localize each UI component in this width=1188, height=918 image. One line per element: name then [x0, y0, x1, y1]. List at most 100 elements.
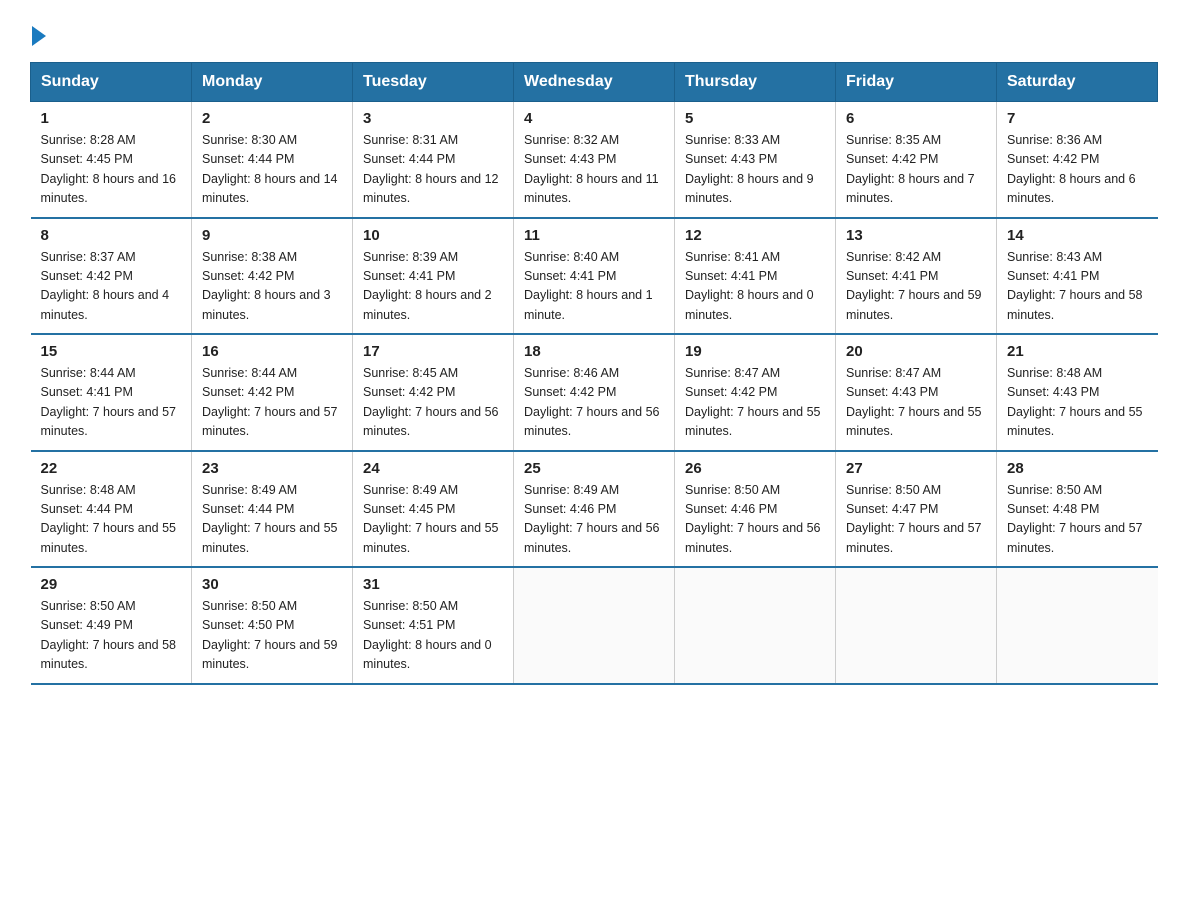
- day-info: Sunrise: 8:47 AMSunset: 4:43 PMDaylight:…: [846, 364, 988, 442]
- day-number: 20: [846, 343, 988, 360]
- day-cell: 14 Sunrise: 8:43 AMSunset: 4:41 PMDaylig…: [997, 218, 1158, 335]
- day-number: 31: [363, 576, 505, 593]
- day-info: Sunrise: 8:50 AMSunset: 4:47 PMDaylight:…: [846, 481, 988, 559]
- day-cell: 6 Sunrise: 8:35 AMSunset: 4:42 PMDayligh…: [836, 102, 997, 218]
- header-row: SundayMondayTuesdayWednesdayThursdayFrid…: [31, 63, 1158, 102]
- week-row-2: 8 Sunrise: 8:37 AMSunset: 4:42 PMDayligh…: [31, 218, 1158, 335]
- day-cell: 24 Sunrise: 8:49 AMSunset: 4:45 PMDaylig…: [353, 451, 514, 568]
- day-cell: 28 Sunrise: 8:50 AMSunset: 4:48 PMDaylig…: [997, 451, 1158, 568]
- day-cell: 31 Sunrise: 8:50 AMSunset: 4:51 PMDaylig…: [353, 567, 514, 684]
- day-info: Sunrise: 8:43 AMSunset: 4:41 PMDaylight:…: [1007, 248, 1150, 326]
- day-number: 4: [524, 110, 666, 127]
- day-info: Sunrise: 8:44 AMSunset: 4:42 PMDaylight:…: [202, 364, 344, 442]
- day-cell: 19 Sunrise: 8:47 AMSunset: 4:42 PMDaylig…: [675, 334, 836, 451]
- header-cell-wednesday: Wednesday: [514, 63, 675, 102]
- day-number: 15: [41, 343, 184, 360]
- day-cell: 12 Sunrise: 8:41 AMSunset: 4:41 PMDaylig…: [675, 218, 836, 335]
- logo-arrow-icon: [32, 26, 46, 46]
- day-cell: [675, 567, 836, 684]
- day-number: 12: [685, 227, 827, 244]
- day-number: 25: [524, 460, 666, 477]
- day-cell: 29 Sunrise: 8:50 AMSunset: 4:49 PMDaylig…: [31, 567, 192, 684]
- day-cell: 26 Sunrise: 8:50 AMSunset: 4:46 PMDaylig…: [675, 451, 836, 568]
- day-cell: 16 Sunrise: 8:44 AMSunset: 4:42 PMDaylig…: [192, 334, 353, 451]
- day-number: 19: [685, 343, 827, 360]
- header-cell-sunday: Sunday: [31, 63, 192, 102]
- day-number: 23: [202, 460, 344, 477]
- day-number: 28: [1007, 460, 1150, 477]
- day-cell: [514, 567, 675, 684]
- day-info: Sunrise: 8:49 AMSunset: 4:45 PMDaylight:…: [363, 481, 505, 559]
- day-cell: 18 Sunrise: 8:46 AMSunset: 4:42 PMDaylig…: [514, 334, 675, 451]
- day-info: Sunrise: 8:42 AMSunset: 4:41 PMDaylight:…: [846, 248, 988, 326]
- day-info: Sunrise: 8:48 AMSunset: 4:43 PMDaylight:…: [1007, 364, 1150, 442]
- day-cell: 5 Sunrise: 8:33 AMSunset: 4:43 PMDayligh…: [675, 102, 836, 218]
- day-number: 21: [1007, 343, 1150, 360]
- week-row-5: 29 Sunrise: 8:50 AMSunset: 4:49 PMDaylig…: [31, 567, 1158, 684]
- day-cell: 21 Sunrise: 8:48 AMSunset: 4:43 PMDaylig…: [997, 334, 1158, 451]
- day-info: Sunrise: 8:41 AMSunset: 4:41 PMDaylight:…: [685, 248, 827, 326]
- day-info: Sunrise: 8:36 AMSunset: 4:42 PMDaylight:…: [1007, 131, 1150, 209]
- day-info: Sunrise: 8:50 AMSunset: 4:48 PMDaylight:…: [1007, 481, 1150, 559]
- day-info: Sunrise: 8:44 AMSunset: 4:41 PMDaylight:…: [41, 364, 184, 442]
- day-cell: 1 Sunrise: 8:28 AMSunset: 4:45 PMDayligh…: [31, 102, 192, 218]
- day-number: 16: [202, 343, 344, 360]
- day-info: Sunrise: 8:50 AMSunset: 4:46 PMDaylight:…: [685, 481, 827, 559]
- day-info: Sunrise: 8:31 AMSunset: 4:44 PMDaylight:…: [363, 131, 505, 209]
- day-number: 3: [363, 110, 505, 127]
- day-cell: 7 Sunrise: 8:36 AMSunset: 4:42 PMDayligh…: [997, 102, 1158, 218]
- day-info: Sunrise: 8:35 AMSunset: 4:42 PMDaylight:…: [846, 131, 988, 209]
- day-info: Sunrise: 8:32 AMSunset: 4:43 PMDaylight:…: [524, 131, 666, 209]
- day-cell: 3 Sunrise: 8:31 AMSunset: 4:44 PMDayligh…: [353, 102, 514, 218]
- day-number: 10: [363, 227, 505, 244]
- day-info: Sunrise: 8:45 AMSunset: 4:42 PMDaylight:…: [363, 364, 505, 442]
- day-number: 2: [202, 110, 344, 127]
- day-number: 22: [41, 460, 184, 477]
- day-number: 14: [1007, 227, 1150, 244]
- day-cell: [997, 567, 1158, 684]
- day-info: Sunrise: 8:30 AMSunset: 4:44 PMDaylight:…: [202, 131, 344, 209]
- day-number: 7: [1007, 110, 1150, 127]
- day-info: Sunrise: 8:47 AMSunset: 4:42 PMDaylight:…: [685, 364, 827, 442]
- day-number: 26: [685, 460, 827, 477]
- header-cell-monday: Monday: [192, 63, 353, 102]
- day-cell: 8 Sunrise: 8:37 AMSunset: 4:42 PMDayligh…: [31, 218, 192, 335]
- day-info: Sunrise: 8:50 AMSunset: 4:50 PMDaylight:…: [202, 597, 344, 675]
- day-info: Sunrise: 8:46 AMSunset: 4:42 PMDaylight:…: [524, 364, 666, 442]
- day-number: 1: [41, 110, 184, 127]
- day-cell: [836, 567, 997, 684]
- day-info: Sunrise: 8:48 AMSunset: 4:44 PMDaylight:…: [41, 481, 184, 559]
- day-cell: 27 Sunrise: 8:50 AMSunset: 4:47 PMDaylig…: [836, 451, 997, 568]
- week-row-4: 22 Sunrise: 8:48 AMSunset: 4:44 PMDaylig…: [31, 451, 1158, 568]
- day-info: Sunrise: 8:50 AMSunset: 4:51 PMDaylight:…: [363, 597, 505, 675]
- day-cell: 25 Sunrise: 8:49 AMSunset: 4:46 PMDaylig…: [514, 451, 675, 568]
- day-info: Sunrise: 8:50 AMSunset: 4:49 PMDaylight:…: [41, 597, 184, 675]
- day-cell: 30 Sunrise: 8:50 AMSunset: 4:50 PMDaylig…: [192, 567, 353, 684]
- calendar-table: SundayMondayTuesdayWednesdayThursdayFrid…: [30, 62, 1158, 685]
- day-cell: 17 Sunrise: 8:45 AMSunset: 4:42 PMDaylig…: [353, 334, 514, 451]
- day-info: Sunrise: 8:38 AMSunset: 4:42 PMDaylight:…: [202, 248, 344, 326]
- day-info: Sunrise: 8:49 AMSunset: 4:44 PMDaylight:…: [202, 481, 344, 559]
- day-info: Sunrise: 8:39 AMSunset: 4:41 PMDaylight:…: [363, 248, 505, 326]
- day-cell: 11 Sunrise: 8:40 AMSunset: 4:41 PMDaylig…: [514, 218, 675, 335]
- week-row-3: 15 Sunrise: 8:44 AMSunset: 4:41 PMDaylig…: [31, 334, 1158, 451]
- day-cell: 22 Sunrise: 8:48 AMSunset: 4:44 PMDaylig…: [31, 451, 192, 568]
- day-cell: 23 Sunrise: 8:49 AMSunset: 4:44 PMDaylig…: [192, 451, 353, 568]
- day-number: 6: [846, 110, 988, 127]
- header: [30, 20, 1158, 44]
- header-cell-friday: Friday: [836, 63, 997, 102]
- day-number: 27: [846, 460, 988, 477]
- day-cell: 2 Sunrise: 8:30 AMSunset: 4:44 PMDayligh…: [192, 102, 353, 218]
- day-info: Sunrise: 8:33 AMSunset: 4:43 PMDaylight:…: [685, 131, 827, 209]
- header-cell-saturday: Saturday: [997, 63, 1158, 102]
- day-cell: 4 Sunrise: 8:32 AMSunset: 4:43 PMDayligh…: [514, 102, 675, 218]
- day-number: 8: [41, 227, 184, 244]
- day-number: 17: [363, 343, 505, 360]
- day-number: 24: [363, 460, 505, 477]
- header-cell-thursday: Thursday: [675, 63, 836, 102]
- day-number: 30: [202, 576, 344, 593]
- day-number: 29: [41, 576, 184, 593]
- day-number: 13: [846, 227, 988, 244]
- day-info: Sunrise: 8:28 AMSunset: 4:45 PMDaylight:…: [41, 131, 184, 209]
- day-number: 11: [524, 227, 666, 244]
